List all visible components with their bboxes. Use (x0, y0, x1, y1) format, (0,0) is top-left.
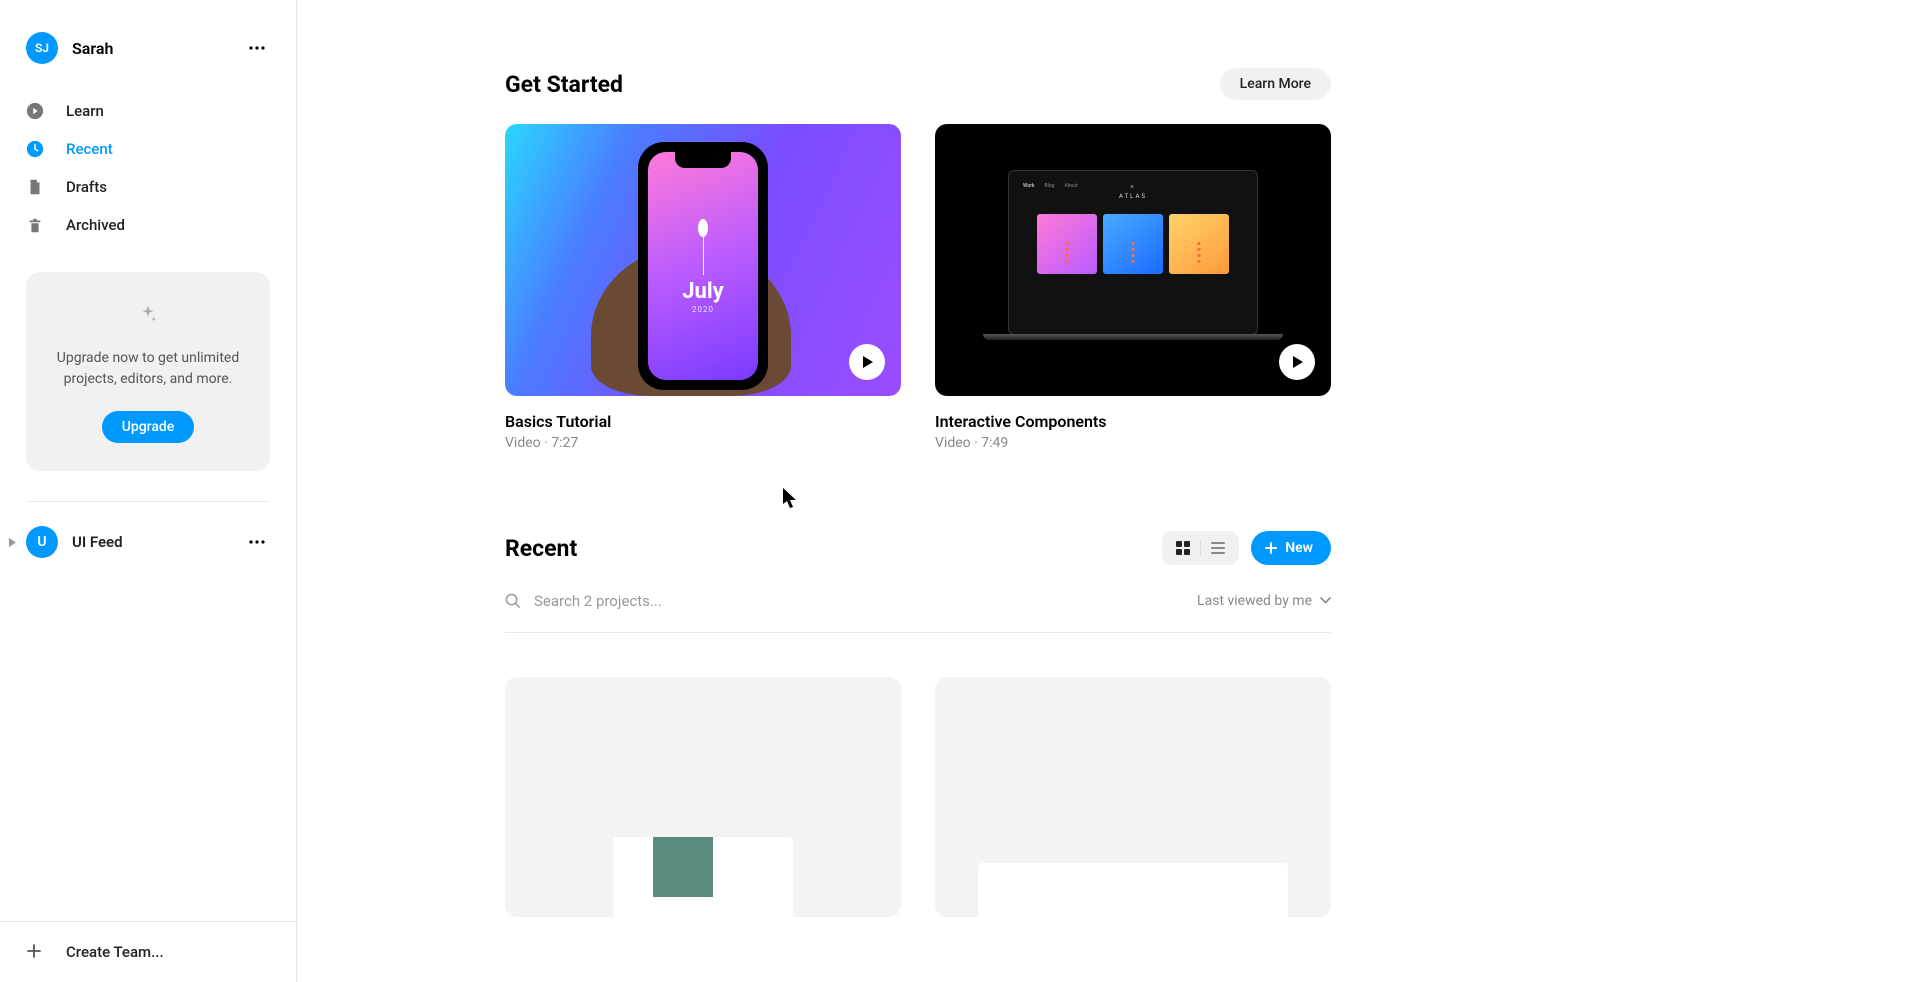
play-icon (849, 344, 885, 380)
nav-label: Drafts (66, 178, 107, 196)
play-icon (1279, 344, 1315, 380)
chevron-right-icon (6, 538, 18, 547)
chevron-down-icon (1320, 597, 1331, 604)
sidebar-bottom: Create Team... (0, 921, 296, 982)
get-started-header: Get Started Learn More (505, 68, 1331, 100)
sort-dropdown[interactable]: Last viewed by me (1197, 593, 1331, 609)
video-title: Interactive Components (935, 412, 1331, 431)
dots-horizontal-icon (249, 46, 265, 50)
get-started-title: Get Started (505, 71, 1220, 98)
content: Get Started Learn More July 2020 (505, 68, 1331, 917)
project-card[interactable] (505, 677, 901, 917)
search-icon (505, 593, 520, 608)
upgrade-button[interactable]: Upgrade (102, 411, 195, 443)
nav-label: Learn (66, 102, 104, 120)
video-card-basics[interactable]: July 2020 Basics Tutorial Video · 7:27 (505, 124, 901, 451)
get-started-grid: July 2020 Basics Tutorial Video · 7:27 W (505, 124, 1331, 451)
nav-label: Archived (66, 216, 125, 234)
new-button[interactable]: New (1251, 531, 1331, 565)
nav-archived[interactable]: Archived (12, 206, 284, 244)
recent-title: Recent (505, 535, 1162, 562)
laptop-brand-label: ATLAS (1023, 193, 1243, 200)
profile-menu-button[interactable] (244, 35, 270, 61)
create-team-button[interactable]: Create Team... (12, 922, 284, 982)
team-name: UI Feed (72, 533, 244, 551)
divider (26, 501, 270, 502)
clock-icon (26, 140, 44, 158)
plus-icon (26, 943, 44, 961)
file-icon (26, 178, 44, 196)
team-menu-button[interactable] (244, 529, 270, 555)
search-input[interactable] (534, 592, 834, 610)
sparkle-icon (139, 304, 157, 330)
team-avatar: U (26, 526, 58, 558)
video-thumbnail: July 2020 (505, 124, 901, 396)
trash-icon (26, 216, 44, 234)
grid-view-button[interactable] (1166, 535, 1200, 561)
new-button-label: New (1285, 540, 1313, 556)
create-team-label: Create Team... (66, 943, 164, 961)
recent-section: Recent New (505, 531, 1331, 917)
video-card-components[interactable]: WorkBlogAbout ATLAS (935, 124, 1331, 451)
main-area: Get Started Learn More July 2020 (297, 0, 1920, 982)
upgrade-card: Upgrade now to get unlimited projects, e… (26, 272, 270, 471)
nav-list: Learn Recent Drafts Archived (0, 92, 296, 244)
view-toggle (1162, 531, 1239, 565)
phone-month-label: July (682, 281, 724, 303)
video-meta: Video · 7:49 (935, 435, 1331, 451)
grid-icon (1176, 541, 1190, 555)
learn-more-button[interactable]: Learn More (1220, 68, 1331, 100)
team-row[interactable]: U UI Feed (0, 522, 296, 562)
list-view-button[interactable] (1201, 535, 1235, 561)
list-icon (1211, 542, 1225, 554)
recent-header: Recent New (505, 531, 1331, 565)
video-title: Basics Tutorial (505, 412, 901, 431)
nav-learn[interactable]: Learn (12, 92, 284, 130)
sidebar: SJ Sarah Learn Recent Drafts (0, 0, 297, 982)
video-meta: Video · 7:27 (505, 435, 901, 451)
upgrade-text: Upgrade now to get unlimited projects, e… (48, 348, 248, 391)
user-avatar: SJ (26, 32, 58, 64)
nav-drafts[interactable]: Drafts (12, 168, 284, 206)
search-box (505, 592, 1197, 610)
sort-label: Last viewed by me (1197, 593, 1312, 609)
nav-label: Recent (66, 140, 113, 158)
project-card[interactable] (935, 677, 1331, 917)
user-name: Sarah (72, 39, 244, 58)
dots-horizontal-icon (249, 540, 265, 544)
nav-recent[interactable]: Recent (12, 130, 284, 168)
video-thumbnail: WorkBlogAbout ATLAS (935, 124, 1331, 396)
projects-grid (505, 677, 1331, 917)
phone-year-label: 2020 (692, 305, 714, 314)
plus-icon (1265, 542, 1277, 554)
play-circle-icon (26, 102, 44, 120)
search-row: Last viewed by me (505, 591, 1331, 633)
profile-row[interactable]: SJ Sarah (0, 28, 296, 68)
